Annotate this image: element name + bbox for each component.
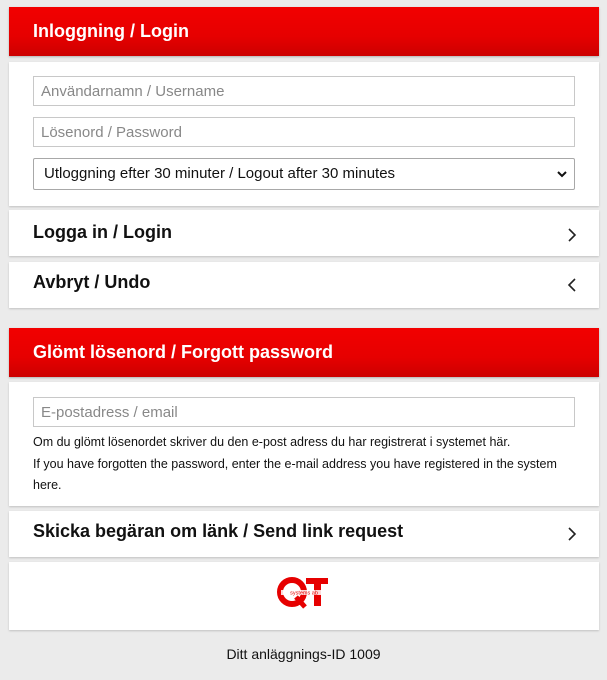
undo-button[interactable]: Avbryt / Undo bbox=[9, 262, 599, 308]
send-link-button[interactable]: Skicka begäran om länk / Send link reque… bbox=[9, 511, 599, 557]
logout-timeout-value: Utloggning efter 30 minuter / Logout aft… bbox=[44, 165, 396, 182]
forgot-header: Glömt lösenord / Forgott password bbox=[9, 328, 599, 377]
forgot-help-text: Om du glömt lösenordet skriver du den e-… bbox=[33, 432, 583, 497]
forgot-form-card: Om du glömt lösenordet skriver du den e-… bbox=[9, 382, 599, 506]
undo-button-label: Avbryt / Undo bbox=[33, 272, 151, 292]
chevron-down-icon bbox=[557, 171, 567, 178]
login-button-label: Logga in / Login bbox=[33, 222, 172, 242]
send-link-button-label: Skicka begäran om länk / Send link reque… bbox=[33, 521, 404, 541]
login-header: Inloggning / Login bbox=[9, 7, 599, 56]
login-form-card: Utloggning efter 30 minuter / Logout aft… bbox=[9, 62, 599, 206]
logout-timeout-select[interactable]: Utloggning efter 30 minuter / Logout aft… bbox=[33, 158, 575, 190]
help-text-english: If you have forgotten the password, ente… bbox=[33, 456, 557, 493]
logo-subtext: systems ab bbox=[290, 591, 318, 597]
facility-id: Ditt anläggnings-ID 1009 bbox=[226, 646, 381, 662]
logo-card: systems ab bbox=[9, 562, 599, 630]
qt-systems-logo: systems ab bbox=[277, 577, 328, 609]
chevron-right-icon bbox=[568, 228, 577, 242]
chevron-left-icon bbox=[567, 278, 576, 292]
help-text-swedish: Om du glömt lösenordet skriver du den e-… bbox=[33, 435, 511, 449]
login-title: Inloggning / Login bbox=[33, 21, 189, 41]
username-input[interactable] bbox=[33, 76, 575, 106]
chevron-right-icon bbox=[568, 527, 577, 541]
email-input[interactable] bbox=[33, 397, 575, 427]
forgot-title: Glömt lösenord / Forgott password bbox=[33, 342, 334, 362]
password-input[interactable] bbox=[33, 117, 575, 147]
login-button[interactable]: Logga in / Login bbox=[9, 210, 599, 256]
